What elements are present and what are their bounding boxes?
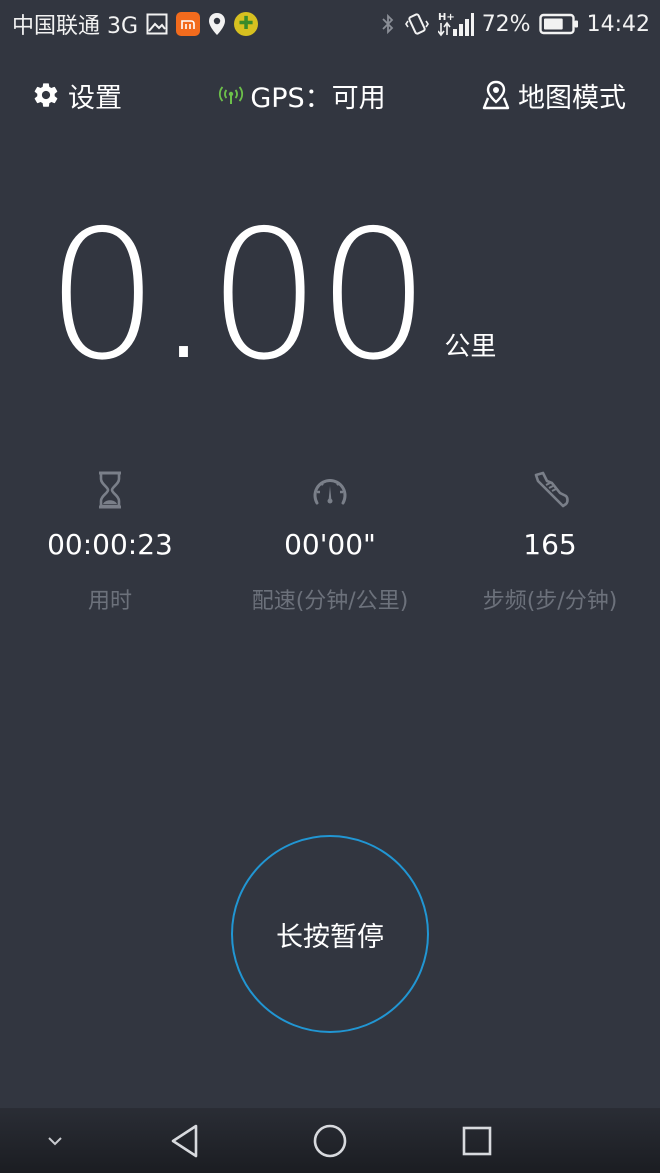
shoe-icon	[530, 468, 570, 512]
map-mode-label: 地图模式	[518, 82, 626, 114]
navigation-bar	[0, 1108, 660, 1173]
stats-row: 00:00:23 用时 00'00" 配速(分钟/公里) 165 步频(步/分钟…	[0, 468, 660, 615]
speedometer-icon	[311, 468, 349, 512]
battery-icon	[538, 13, 579, 35]
stat-duration-value: 00:00:23	[47, 528, 173, 561]
stat-pace-label: 配速(分钟/公里)	[251, 589, 409, 614]
gear-icon	[32, 81, 60, 109]
signal-icon: H+	[437, 10, 474, 38]
map-pin-icon	[482, 80, 510, 110]
carrier-label: 中国联通 3G	[12, 14, 139, 39]
bluetooth-icon	[380, 12, 396, 36]
battery-percent-label: 72%	[481, 11, 531, 37]
gps-status: GPS：可用	[218, 76, 386, 115]
hourglass-icon	[95, 468, 125, 512]
stat-duration-label: 用时	[87, 589, 132, 614]
chevron-down-icon[interactable]	[35, 1108, 75, 1173]
top-bar: 设置 GPS：可用 地图模式	[0, 70, 660, 120]
distance-unit: 公里	[444, 332, 497, 362]
gps-status-label: GPS：可用	[250, 82, 386, 114]
map-mode-button[interactable]: 地图模式	[482, 76, 626, 115]
stat-pace-value: 00'00"	[284, 528, 376, 561]
image-icon	[146, 13, 168, 35]
distance-value: 0.00	[46, 192, 430, 399]
clock: 14:42	[586, 11, 650, 37]
vibrate-icon	[404, 11, 430, 37]
settings-button[interactable]: 设置	[32, 76, 122, 115]
status-bar-left: 中国联通 3G ✚	[12, 8, 259, 40]
mi-app-icon	[176, 12, 201, 36]
svg-text:H+: H+	[438, 12, 455, 23]
settings-label: 设置	[68, 82, 122, 114]
stat-pace: 00'00" 配速(分钟/公里)	[220, 468, 440, 615]
stat-duration: 00:00:23 用时	[0, 468, 220, 615]
app-screen: 中国联通 3G ✚ H+ 72% 14:42 设置 GPS：可用 地图模式 0.…	[0, 0, 660, 1173]
recents-icon[interactable]	[452, 1108, 502, 1173]
stat-cadence-value: 165	[523, 528, 577, 561]
status-bar-right: H+ 72% 14:42	[380, 10, 650, 38]
status-bar: 中国联通 3G ✚ H+ 72% 14:42	[0, 0, 660, 48]
long-press-pause-button[interactable]: 长按暂停	[231, 835, 429, 1033]
pause-button-label: 长按暂停	[276, 921, 384, 953]
stat-cadence-label: 步频(步/分钟)	[482, 589, 618, 614]
back-icon[interactable]	[160, 1108, 210, 1173]
plus-app-icon: ✚	[234, 12, 259, 36]
stat-cadence: 165 步频(步/分钟)	[440, 468, 660, 615]
location-pin-icon	[208, 12, 226, 36]
gps-signal-icon	[218, 85, 244, 105]
home-icon[interactable]	[305, 1108, 355, 1173]
distance-display: 0.00 公里	[46, 195, 496, 385]
